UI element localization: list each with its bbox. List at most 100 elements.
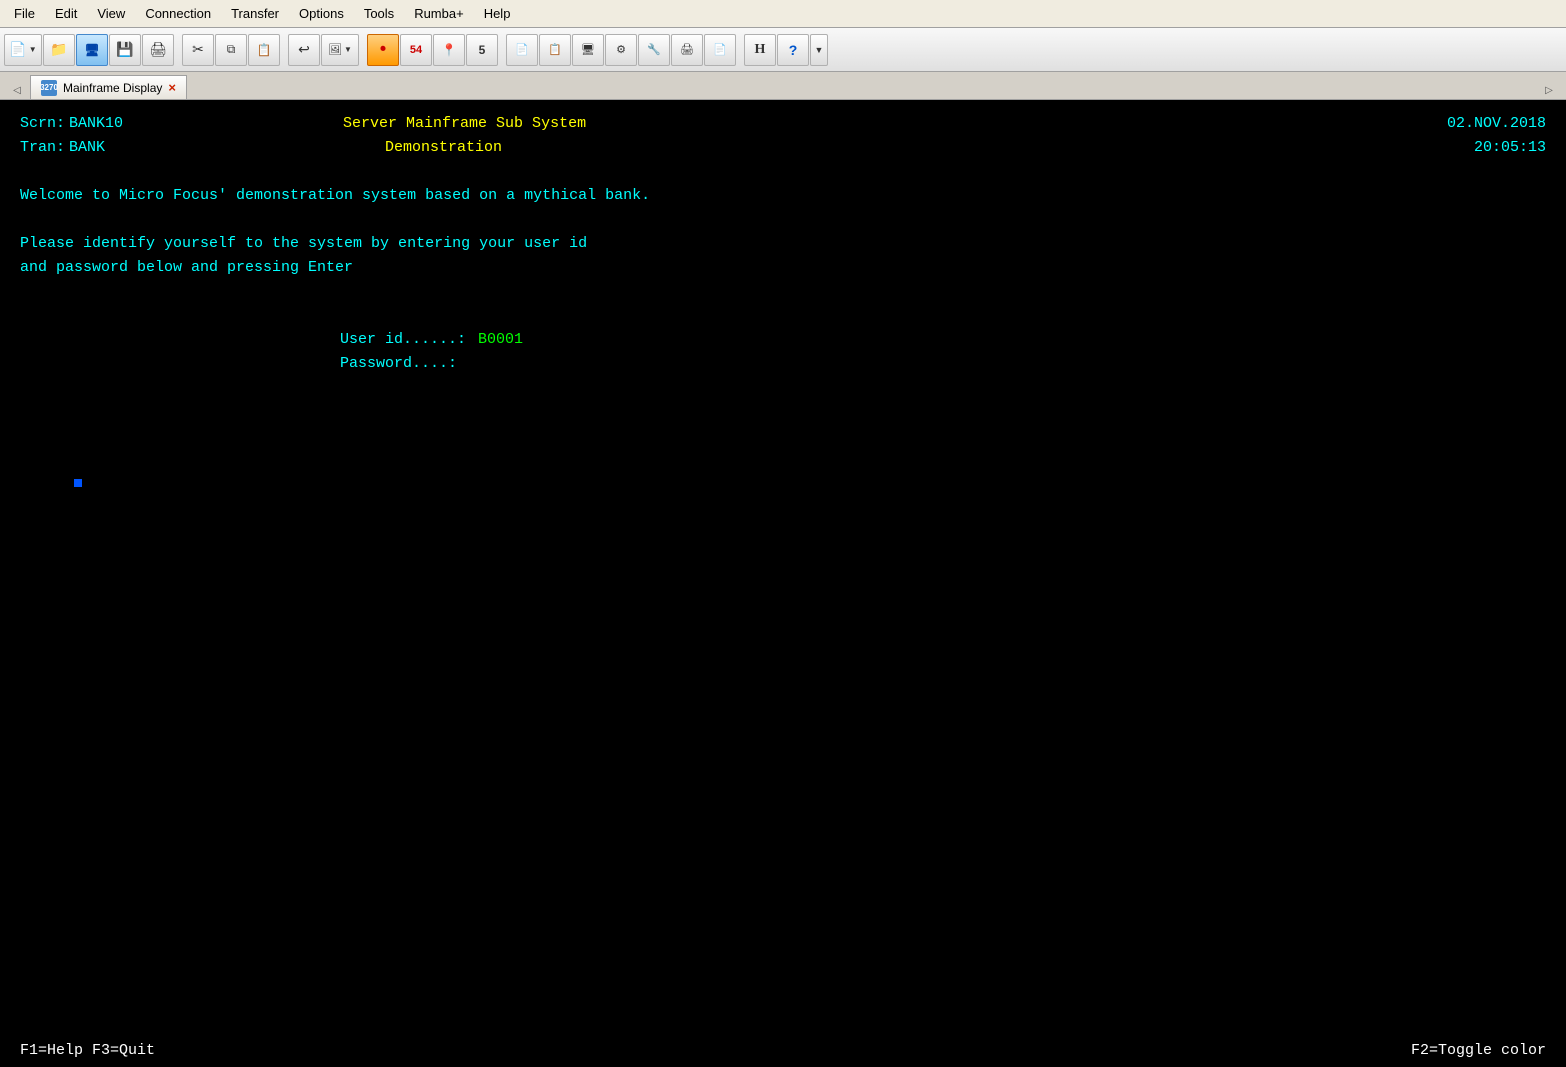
print-icon: 🖨 [149, 41, 167, 58]
more-button[interactable]: ▼ [810, 34, 828, 66]
blank-line-1 [20, 160, 1546, 184]
cursor-indicator [74, 479, 82, 487]
password-row: Password....: [20, 352, 1546, 376]
menu-connection[interactable]: Connection [135, 3, 221, 24]
blank-line-6 [20, 400, 1546, 424]
file2-button[interactable]: 📄 [704, 34, 736, 66]
num5-button[interactable]: 5 [466, 34, 498, 66]
save-button[interactable]: 💾 [109, 34, 141, 66]
menu-edit[interactable]: Edit [45, 3, 87, 24]
userid-row: User id......: B0001 [20, 328, 1546, 352]
font-icon: H [755, 42, 766, 58]
menu-tools[interactable]: Tools [354, 3, 404, 24]
tab-close-btn[interactable]: × [168, 80, 176, 95]
status-bar: F1=Help F3=Quit F2=Toggle color [0, 1034, 1566, 1067]
copy-icon: ⧉ [227, 42, 236, 57]
tran-value: BANK [69, 136, 105, 160]
time-value: 20:05:13 [1474, 136, 1546, 160]
menu-view[interactable]: View [87, 3, 135, 24]
sessions-icon: 🖥 [84, 43, 99, 57]
tab-scroll-right-btn[interactable]: ▷ [1540, 81, 1558, 99]
open-icon: 📁 [50, 41, 67, 58]
welcome-line: Welcome to Micro Focus' demonstration sy… [20, 184, 1546, 208]
terminal-content: Scrn: BANK10 Server Mainframe Sub System… [0, 100, 1566, 1067]
record-icon: ⏺ [380, 43, 386, 56]
password-label: Password....: [340, 352, 457, 376]
scrn-label: Scrn: [20, 112, 65, 136]
tabbar: ◁ 3270 Mainframe Display × ▷ [0, 72, 1566, 100]
tab-nav-left: ◁ [8, 81, 26, 99]
blank-line-4 [20, 304, 1546, 328]
host-copy-button[interactable]: 📄 [506, 34, 538, 66]
more-icon: ▼ [815, 45, 824, 55]
header-row-2: Tran: BANK Demonstration 20:05:13 [20, 136, 1546, 160]
screen-copy-button[interactable]: 🖼 ▼ [321, 34, 359, 66]
host-paste-icon: 📋 [548, 43, 562, 56]
new-button[interactable]: 📄 ▼ [4, 34, 42, 66]
record-button[interactable]: ⏺ [367, 34, 399, 66]
host-copy-icon: 📄 [515, 43, 529, 56]
help-button[interactable]: ? [777, 34, 809, 66]
cut-button[interactable]: ✂ [182, 34, 214, 66]
system-title: Server Mainframe Sub System [343, 112, 586, 136]
blank-line-3 [20, 280, 1546, 304]
print-button[interactable]: 🖨 [142, 34, 174, 66]
terminal-area: Scrn: BANK10 Server Mainframe Sub System… [0, 100, 1566, 1067]
sep5 [737, 34, 743, 66]
menu-transfer[interactable]: Transfer [221, 3, 289, 24]
menu-options[interactable]: Options [289, 3, 354, 24]
menu-file[interactable]: File [4, 3, 45, 24]
copy-button[interactable]: ⧉ [215, 34, 247, 66]
save-icon: 💾 [116, 41, 133, 58]
status-right: F2=Toggle color [1411, 1042, 1546, 1059]
undo-button[interactable]: ↩ [288, 34, 320, 66]
print2-button[interactable]: 🖨 [671, 34, 703, 66]
userid-space [466, 328, 478, 352]
userid-value: B0001 [478, 328, 523, 352]
blank-line-2 [20, 208, 1546, 232]
settings-button[interactable]: ⚙ [605, 34, 637, 66]
sep2 [281, 34, 287, 66]
new-dropdown-icon: ▼ [29, 45, 37, 54]
display-icon: 🖥 [581, 43, 595, 56]
userid-label: User id......: [340, 328, 466, 352]
sep1 [175, 34, 181, 66]
password-space [457, 352, 469, 376]
tools-button[interactable]: 🔧 [638, 34, 670, 66]
sep4 [499, 34, 505, 66]
tools-icon: 🔧 [647, 43, 661, 56]
menu-help[interactable]: Help [474, 3, 521, 24]
paste-button[interactable]: 📋 [248, 34, 280, 66]
host-paste-button[interactable]: 📋 [539, 34, 571, 66]
system-subtitle: Demonstration [385, 136, 502, 160]
tab-nav-right: ▷ [1540, 81, 1558, 99]
toolbar: 📄 ▼ 📁 🖥 💾 🖨 ✂ ⧉ 📋 ↩ 🖼 ▼ ⏺ 54 📍 5 [0, 28, 1566, 72]
hotspot-icon: 📍 [442, 43, 457, 57]
please-line-1: Please identify yourself to the system b… [20, 232, 1546, 256]
menu-rumba[interactable]: Rumba+ [404, 3, 474, 24]
macro-icon: 54 [410, 44, 422, 56]
mainframe-display-tab[interactable]: 3270 Mainframe Display × [30, 75, 187, 99]
gear-icon: ⚙ [616, 43, 626, 56]
menubar: File Edit View Connection Transfer Optio… [0, 0, 1566, 28]
new-icon: 📄 [9, 41, 26, 58]
hotspot-button[interactable]: 📍 [433, 34, 465, 66]
undo-icon: ↩ [298, 41, 310, 58]
tab-scroll-left-btn[interactable]: ◁ [8, 81, 26, 99]
display-button[interactable]: 🖥 [572, 34, 604, 66]
font-button[interactable]: H [744, 34, 776, 66]
macro-button[interactable]: 54 [400, 34, 432, 66]
tab-3270-icon: 3270 [41, 80, 57, 96]
cursor-line [20, 448, 1546, 520]
status-left: F1=Help F3=Quit [20, 1042, 155, 1059]
date-value: 02.NOV.2018 [1447, 112, 1546, 136]
blank-line-5 [20, 376, 1546, 400]
tab-label: Mainframe Display [63, 81, 162, 95]
tran-label: Tran: [20, 136, 65, 160]
cut-icon: ✂ [192, 41, 204, 58]
sessions-button[interactable]: 🖥 [76, 34, 108, 66]
paste-icon: 📋 [257, 43, 272, 57]
password-input[interactable] [469, 352, 589, 376]
help-icon: ? [789, 42, 798, 58]
open-button[interactable]: 📁 [43, 34, 75, 66]
